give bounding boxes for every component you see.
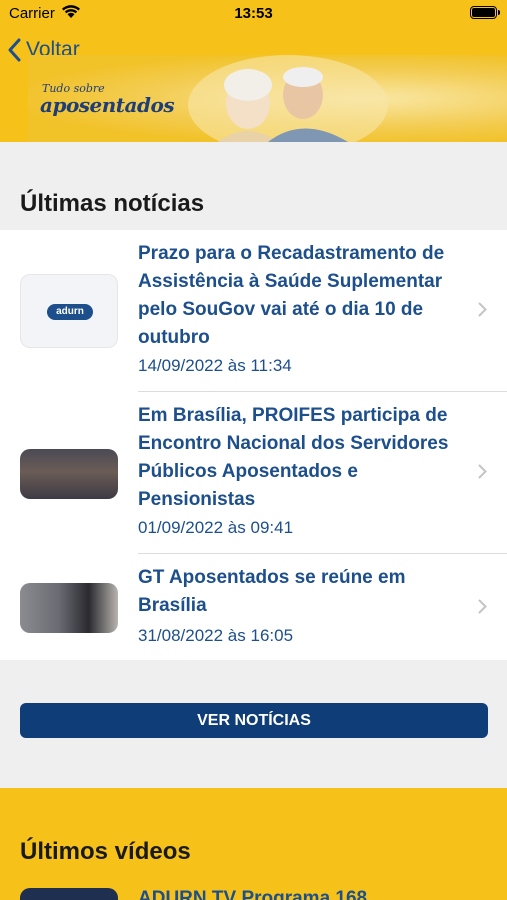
news-title: Em Brasília, PROIFES participa de Encont…: [138, 405, 449, 510]
news-title: Prazo para o Recadastramento de Assistên…: [138, 243, 445, 348]
news-date: 14/09/2022 às 11:34: [138, 356, 292, 375]
banner-title: aposentados: [40, 93, 175, 117]
news-section-title: Últimas notícias: [20, 190, 205, 217]
status-bar: Carrier 13:53: [0, 0, 507, 28]
chevron-right-icon: [478, 599, 487, 614]
news-date: 01/09/2022 às 09:41: [138, 518, 294, 537]
videos-section: Últimos vídeos ADURN TV Programa 168: [0, 788, 507, 900]
videos-section-title: Últimos vídeos: [20, 838, 191, 865]
video-thumbnail[interactable]: [20, 888, 118, 900]
news-item[interactable]: Em Brasília, PROIFES participa de Encont…: [0, 392, 507, 553]
ver-noticias-button[interactable]: VER NOTÍCIAS: [20, 703, 488, 738]
chevron-right-icon: [478, 464, 487, 479]
news-thumbnail: [20, 583, 118, 633]
news-thumbnail: adurn: [20, 274, 118, 348]
chevron-left-icon: [8, 38, 21, 62]
aposentados-banner: Tudo sobre aposentados: [28, 55, 507, 142]
adurn-logo: adurn: [47, 304, 93, 320]
status-time: 13:53: [234, 5, 273, 22]
battery-icon: [470, 6, 500, 19]
couple-photo: [188, 55, 388, 142]
video-title[interactable]: ADURN TV Programa 168: [138, 888, 367, 900]
header: Carrier 13:53 Voltar Tudo sobre aposenta…: [0, 0, 507, 142]
chevron-right-icon: [478, 302, 487, 317]
news-item[interactable]: GT Aposentados se reúne em Brasília 31/0…: [0, 554, 507, 660]
news-title: GT Aposentados se reúne em Brasília: [138, 567, 406, 616]
news-date: 31/08/2022 às 16:05: [138, 626, 294, 645]
news-item[interactable]: adurn Prazo para o Recadastramento de As…: [0, 230, 507, 391]
news-list: adurn Prazo para o Recadastramento de As…: [0, 230, 507, 660]
news-thumbnail: [20, 449, 118, 499]
